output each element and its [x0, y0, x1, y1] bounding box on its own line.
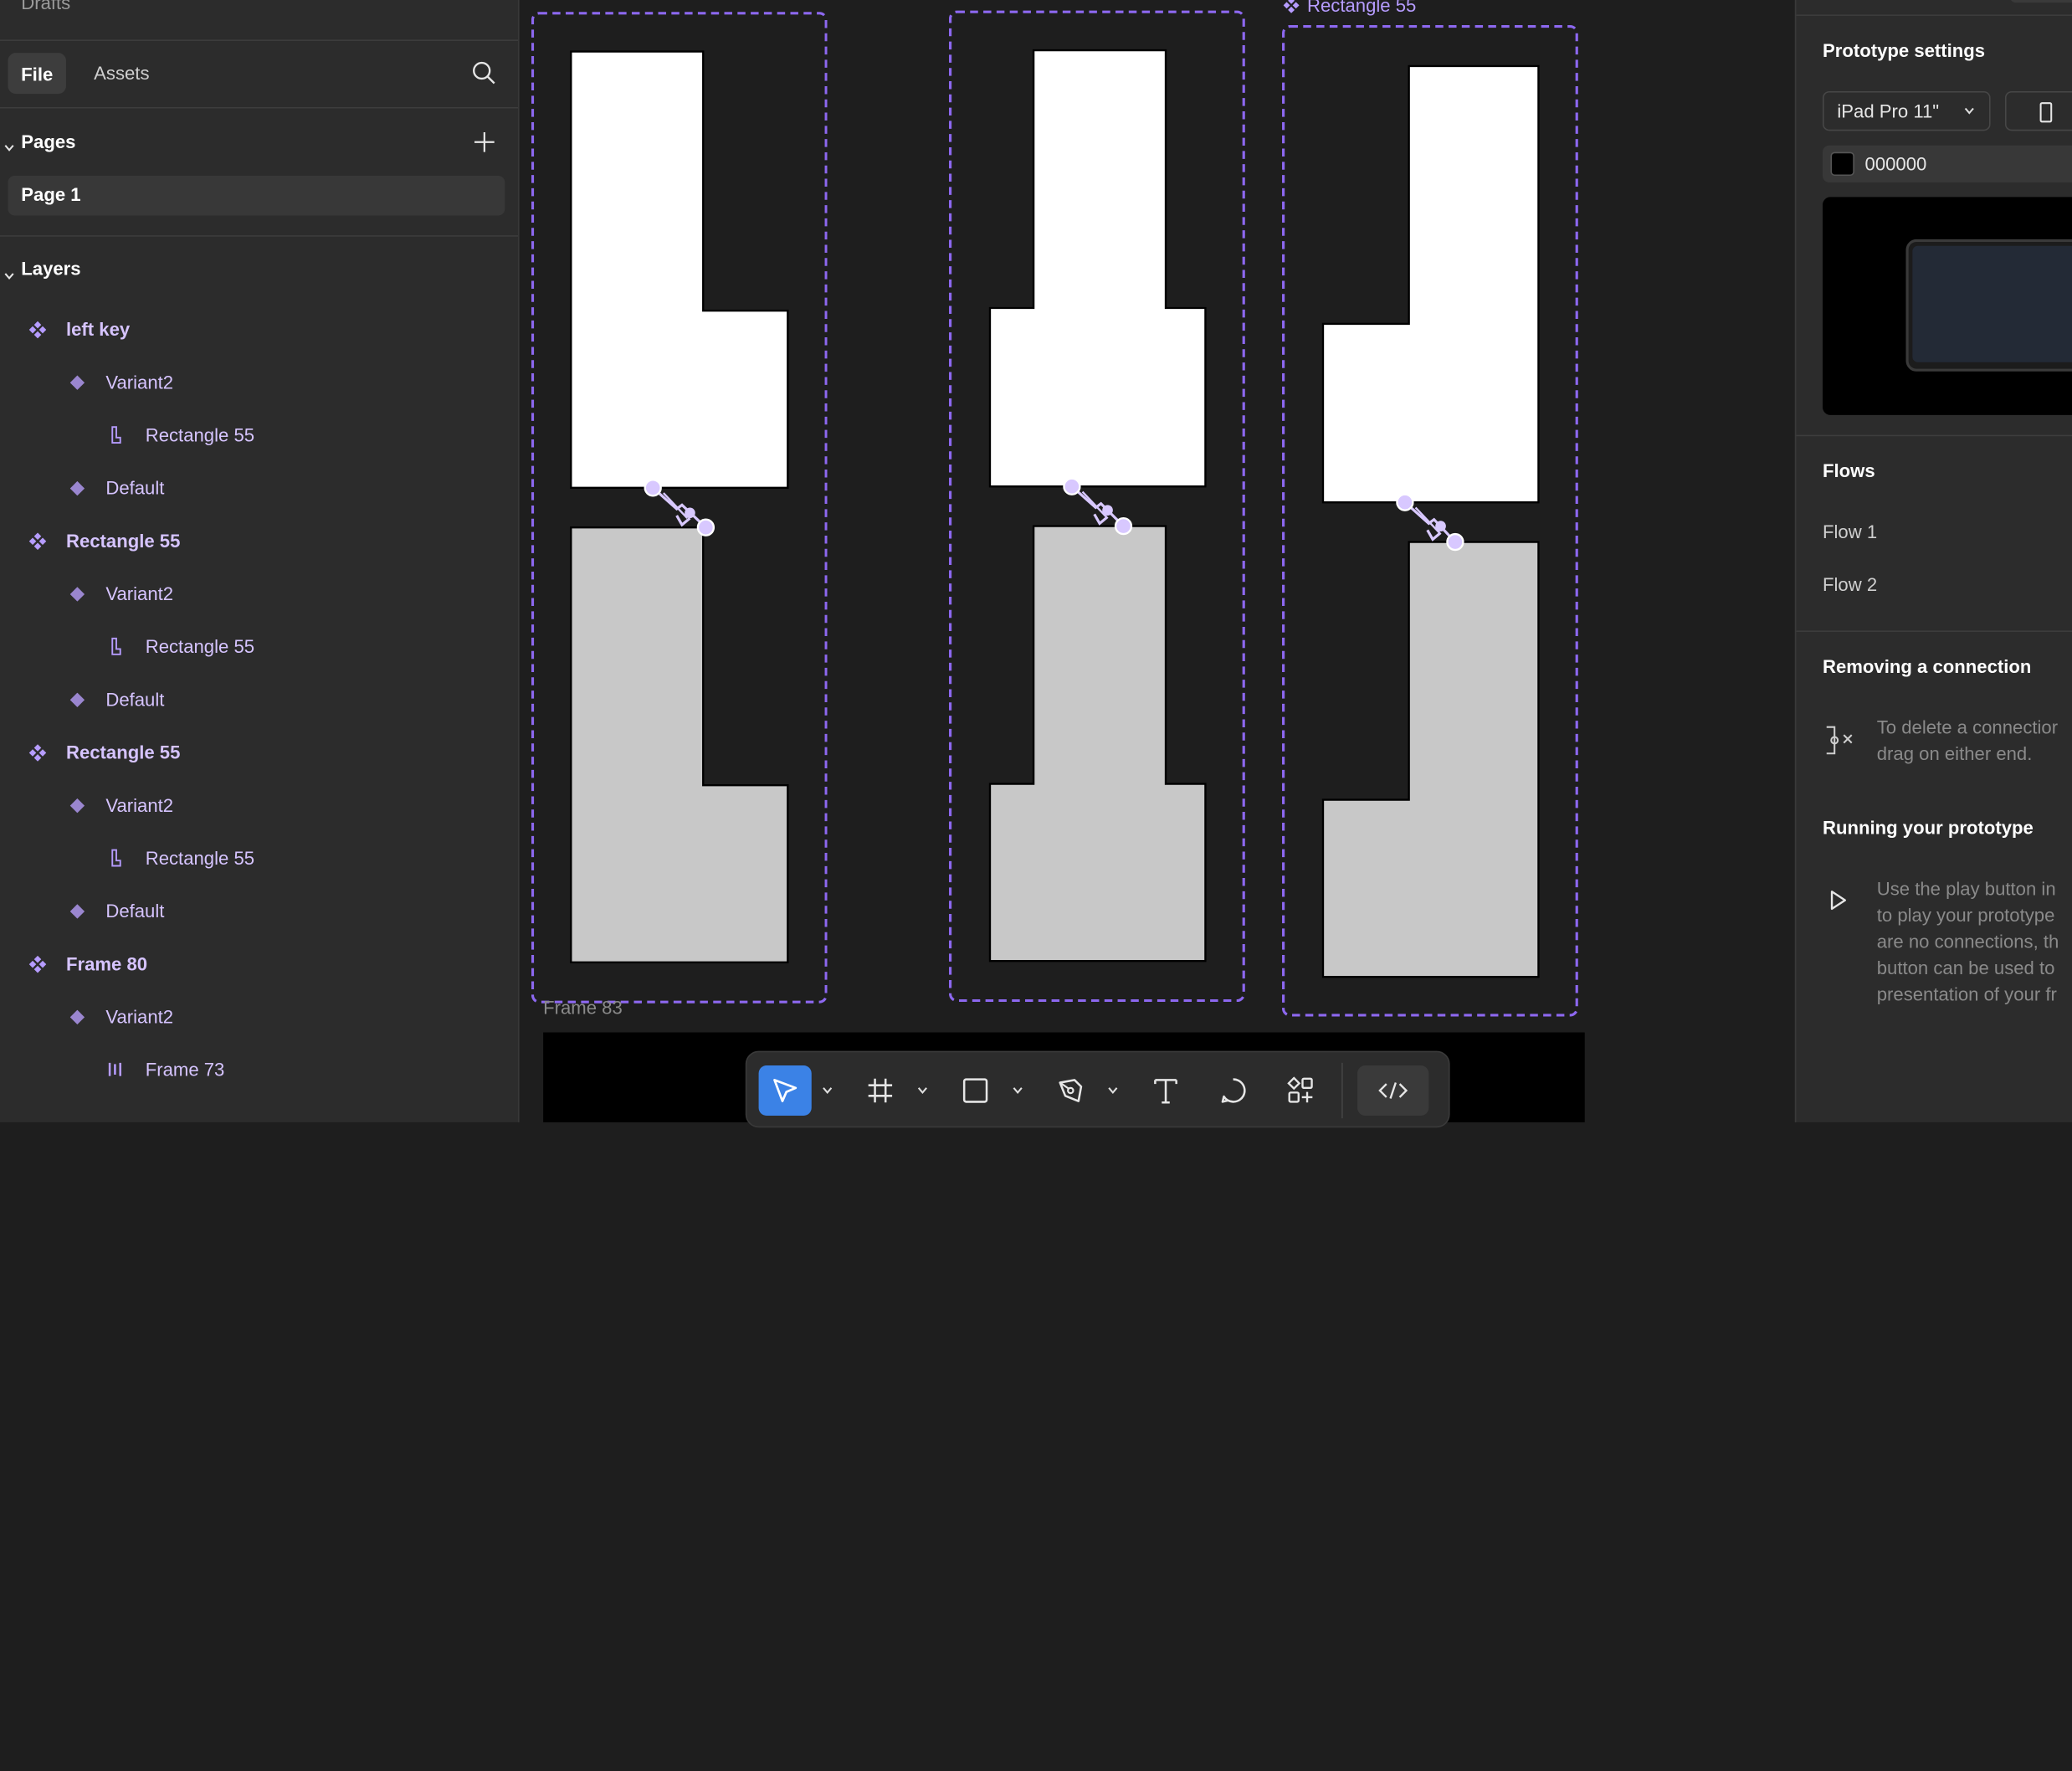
connector-handle [696, 518, 715, 536]
help-text-line: are no connections, th [1876, 930, 2059, 952]
keys-drawing [570, 49, 1540, 978]
removing-connection-text: To delete a connectior drag on either en… [1877, 714, 2058, 767]
connector-handle [1446, 532, 1464, 552]
connector-handle [1114, 516, 1133, 536]
device-select-value: iPad Pro 11" [1837, 100, 1940, 122]
key-shape-top [988, 49, 1207, 488]
chevron-down-icon[interactable] [1105, 1081, 1121, 1100]
frame-label[interactable]: Frame 83 [543, 997, 623, 1018]
color-hex-value[interactable]: 000000 [1865, 153, 1927, 174]
actions-tool-button[interactable] [1274, 1065, 1327, 1116]
text-icon [1154, 1079, 1177, 1104]
top-control[interactable] [2010, 0, 2072, 3]
connector-handle [1435, 521, 1446, 531]
move-tool-button[interactable] [758, 1065, 812, 1116]
device-frame [1905, 239, 2072, 372]
frame-tool-button[interactable] [854, 1065, 906, 1116]
flow-item[interactable]: Flow 2 [1823, 573, 1877, 594]
connector-handle [644, 479, 662, 497]
divider [1796, 434, 2072, 437]
chevron-down-icon[interactable] [1010, 1081, 1026, 1100]
flows-title: Flows [1822, 459, 1875, 481]
help-text-line: to play your prototype [1876, 904, 2055, 926]
running-prototype-title: Running your prototype [1822, 817, 2034, 839]
components-icon [1287, 1076, 1313, 1103]
prototype-panel: Prototype settings iPad Pro 11" 000000 F… [1794, 0, 2072, 1122]
key-shape-bottom [1321, 541, 1540, 978]
dev-mode-toggle[interactable] [1357, 1065, 1429, 1116]
divider [1796, 630, 2072, 632]
key-shape-bottom [988, 525, 1207, 963]
help-text-line: To delete a connectior [1876, 716, 2059, 738]
shape-tool-button[interactable] [949, 1065, 1002, 1116]
device-select[interactable]: iPad Pro 11" [1822, 90, 1991, 131]
help-text-line: presentation of your fr [1876, 983, 2057, 1005]
removing-connection-title: Removing a connection [1822, 655, 2032, 677]
pen-tool-button[interactable] [1044, 1065, 1097, 1116]
text-tool-button[interactable] [1139, 1065, 1192, 1116]
play-icon [1830, 891, 1847, 911]
comment-tool-button[interactable] [1207, 1065, 1259, 1116]
device-preview [1822, 197, 2072, 415]
prototype-connector [652, 486, 707, 529]
flow-item[interactable]: Flow 1 [1823, 521, 1877, 542]
connector-handle [685, 507, 695, 519]
key-shape-top [570, 50, 789, 489]
cursor-icon [773, 1079, 798, 1102]
chevron-down-icon[interactable] [915, 1081, 931, 1100]
prototype-connector [1070, 485, 1125, 527]
key-shape-bottom [570, 526, 789, 963]
help-text-line: Use the play button in [1876, 877, 2056, 899]
comment-icon [1221, 1078, 1246, 1103]
connector-handle [1396, 493, 1414, 511]
color-swatch[interactable] [1830, 151, 1854, 177]
prototype-settings-title: Prototype settings [1822, 39, 1986, 61]
divider [1796, 14, 2072, 16]
code-icon [1378, 1082, 1408, 1099]
bottom-toolbar [745, 1050, 1450, 1128]
running-prototype-text: Use the play button in to play your proto… [1877, 875, 2059, 1008]
connector-handle [1063, 477, 1081, 495]
prototype-connector [1403, 501, 1457, 543]
background-color-field[interactable]: 000000 [1822, 145, 2072, 182]
help-text-line: button can be used to [1876, 957, 2055, 978]
frame-icon [868, 1078, 893, 1103]
device-portrait-icon [2039, 102, 2053, 123]
device-screen [1912, 245, 2072, 362]
key-shape-top [1321, 64, 1540, 504]
orientation-button[interactable] [2004, 90, 2072, 131]
pen-icon [1059, 1079, 1083, 1102]
chevron-down-icon [1964, 107, 1974, 115]
help-text-line: drag on either end. [1876, 742, 2033, 764]
remove-connection-icon [1826, 726, 1853, 755]
connector-handle [1102, 505, 1113, 516]
chevron-down-icon[interactable] [819, 1081, 835, 1100]
toolbar-divider [1341, 1062, 1343, 1119]
rectangle-icon [962, 1078, 988, 1103]
